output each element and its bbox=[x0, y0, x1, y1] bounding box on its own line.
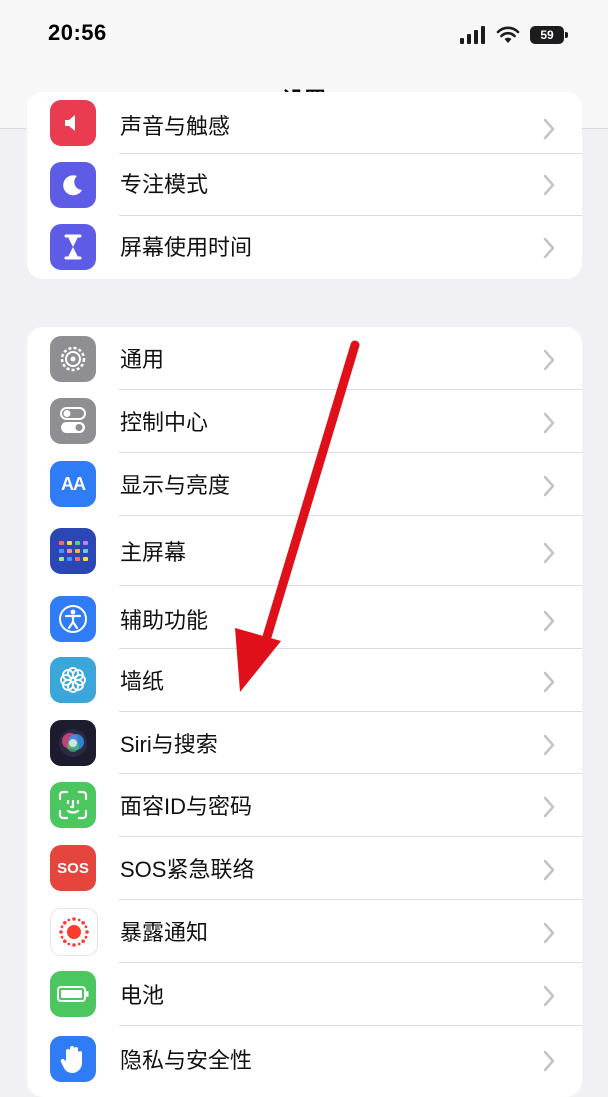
row-label: 隐私与安全性 bbox=[120, 1048, 253, 1073]
chevron-right-icon bbox=[543, 475, 555, 497]
toggles-icon bbox=[50, 398, 96, 444]
row-general[interactable]: 通用 bbox=[27, 327, 582, 390]
row-privacy[interactable]: 隐私与安全性 bbox=[27, 1026, 582, 1097]
status-icons: 59 bbox=[460, 22, 568, 48]
row-siri[interactable]: Siri与搜索 bbox=[27, 712, 582, 774]
siri-icon bbox=[50, 720, 96, 766]
exposure-icon bbox=[50, 908, 98, 956]
row-focus[interactable]: 专注模式 bbox=[27, 154, 582, 216]
chevron-right-icon bbox=[543, 174, 555, 196]
row-label: 电池 bbox=[120, 983, 165, 1008]
chevron-right-icon bbox=[543, 237, 555, 259]
accessibility-icon bbox=[50, 596, 96, 642]
chevron-right-icon bbox=[543, 796, 555, 818]
row-label: SOS紧急联络 bbox=[120, 857, 255, 882]
home-grid-icon bbox=[50, 528, 96, 574]
sound-icon bbox=[50, 100, 96, 146]
hand-icon bbox=[50, 1036, 96, 1082]
row-battery[interactable]: 电池 bbox=[27, 963, 582, 1026]
row-label: 主屏幕 bbox=[120, 540, 187, 565]
gear-icon bbox=[50, 336, 96, 382]
row-label: 控制中心 bbox=[120, 410, 209, 435]
status-time: 20:56 bbox=[48, 20, 107, 45]
face-id-icon bbox=[50, 782, 96, 828]
battery-indicator: 59 bbox=[530, 26, 568, 44]
row-screen-time[interactable]: 屏幕使用时间 bbox=[27, 216, 582, 279]
row-control-center[interactable]: 控制中心 bbox=[27, 390, 582, 453]
row-label: 暴露通知 bbox=[120, 920, 209, 945]
row-label: 屏幕使用时间 bbox=[120, 235, 253, 260]
sos-icon: SOS bbox=[50, 845, 96, 891]
row-home-screen[interactable]: 主屏幕 bbox=[27, 516, 582, 586]
row-sos[interactable]: SOS SOS紧急联络 bbox=[27, 837, 582, 900]
chevron-right-icon bbox=[543, 610, 555, 632]
row-label: Siri与搜索 bbox=[120, 732, 218, 757]
chevron-right-icon bbox=[543, 985, 555, 1007]
row-label: 通用 bbox=[120, 347, 165, 372]
row-label: 声音与触感 bbox=[120, 114, 231, 139]
settings-group-2: 通用 控制中心 AA 显示与亮度 主屏幕 辅助功能 墙纸 Siri与搜索 面容I… bbox=[27, 327, 582, 1097]
chevron-right-icon bbox=[543, 671, 555, 693]
row-exposure[interactable]: 暴露通知 bbox=[27, 900, 582, 963]
row-label: 面容ID与密码 bbox=[120, 794, 253, 819]
chevron-right-icon bbox=[543, 542, 555, 564]
chevron-right-icon bbox=[543, 734, 555, 756]
chevron-right-icon bbox=[543, 412, 555, 434]
row-label: 显示与亮度 bbox=[120, 473, 231, 498]
status-bar: 20:56 59 bbox=[0, 0, 608, 70]
row-face-id[interactable]: 面容ID与密码 bbox=[27, 774, 582, 837]
text-size-icon: AA bbox=[50, 461, 96, 507]
chevron-right-icon bbox=[543, 349, 555, 371]
settings-group-1: 声音与触感 专注模式 屏幕使用时间 bbox=[27, 92, 582, 279]
row-wallpaper[interactable]: 墙纸 bbox=[27, 649, 582, 712]
chevron-right-icon bbox=[543, 859, 555, 881]
moon-icon bbox=[50, 162, 96, 208]
chevron-right-icon bbox=[543, 922, 555, 944]
hourglass-icon bbox=[50, 224, 96, 270]
row-sound[interactable]: 声音与触感 bbox=[27, 92, 582, 154]
row-label: 专注模式 bbox=[120, 172, 209, 197]
battery-icon bbox=[50, 971, 96, 1017]
row-label: 墙纸 bbox=[120, 669, 165, 694]
wifi-icon bbox=[496, 26, 520, 43]
row-label: 辅助功能 bbox=[120, 608, 209, 633]
row-accessibility[interactable]: 辅助功能 bbox=[27, 586, 582, 649]
chevron-right-icon bbox=[543, 1050, 555, 1072]
row-display[interactable]: AA 显示与亮度 bbox=[27, 453, 582, 516]
flower-icon bbox=[50, 657, 96, 703]
signal-icon bbox=[460, 26, 485, 44]
chevron-right-icon bbox=[543, 118, 555, 140]
